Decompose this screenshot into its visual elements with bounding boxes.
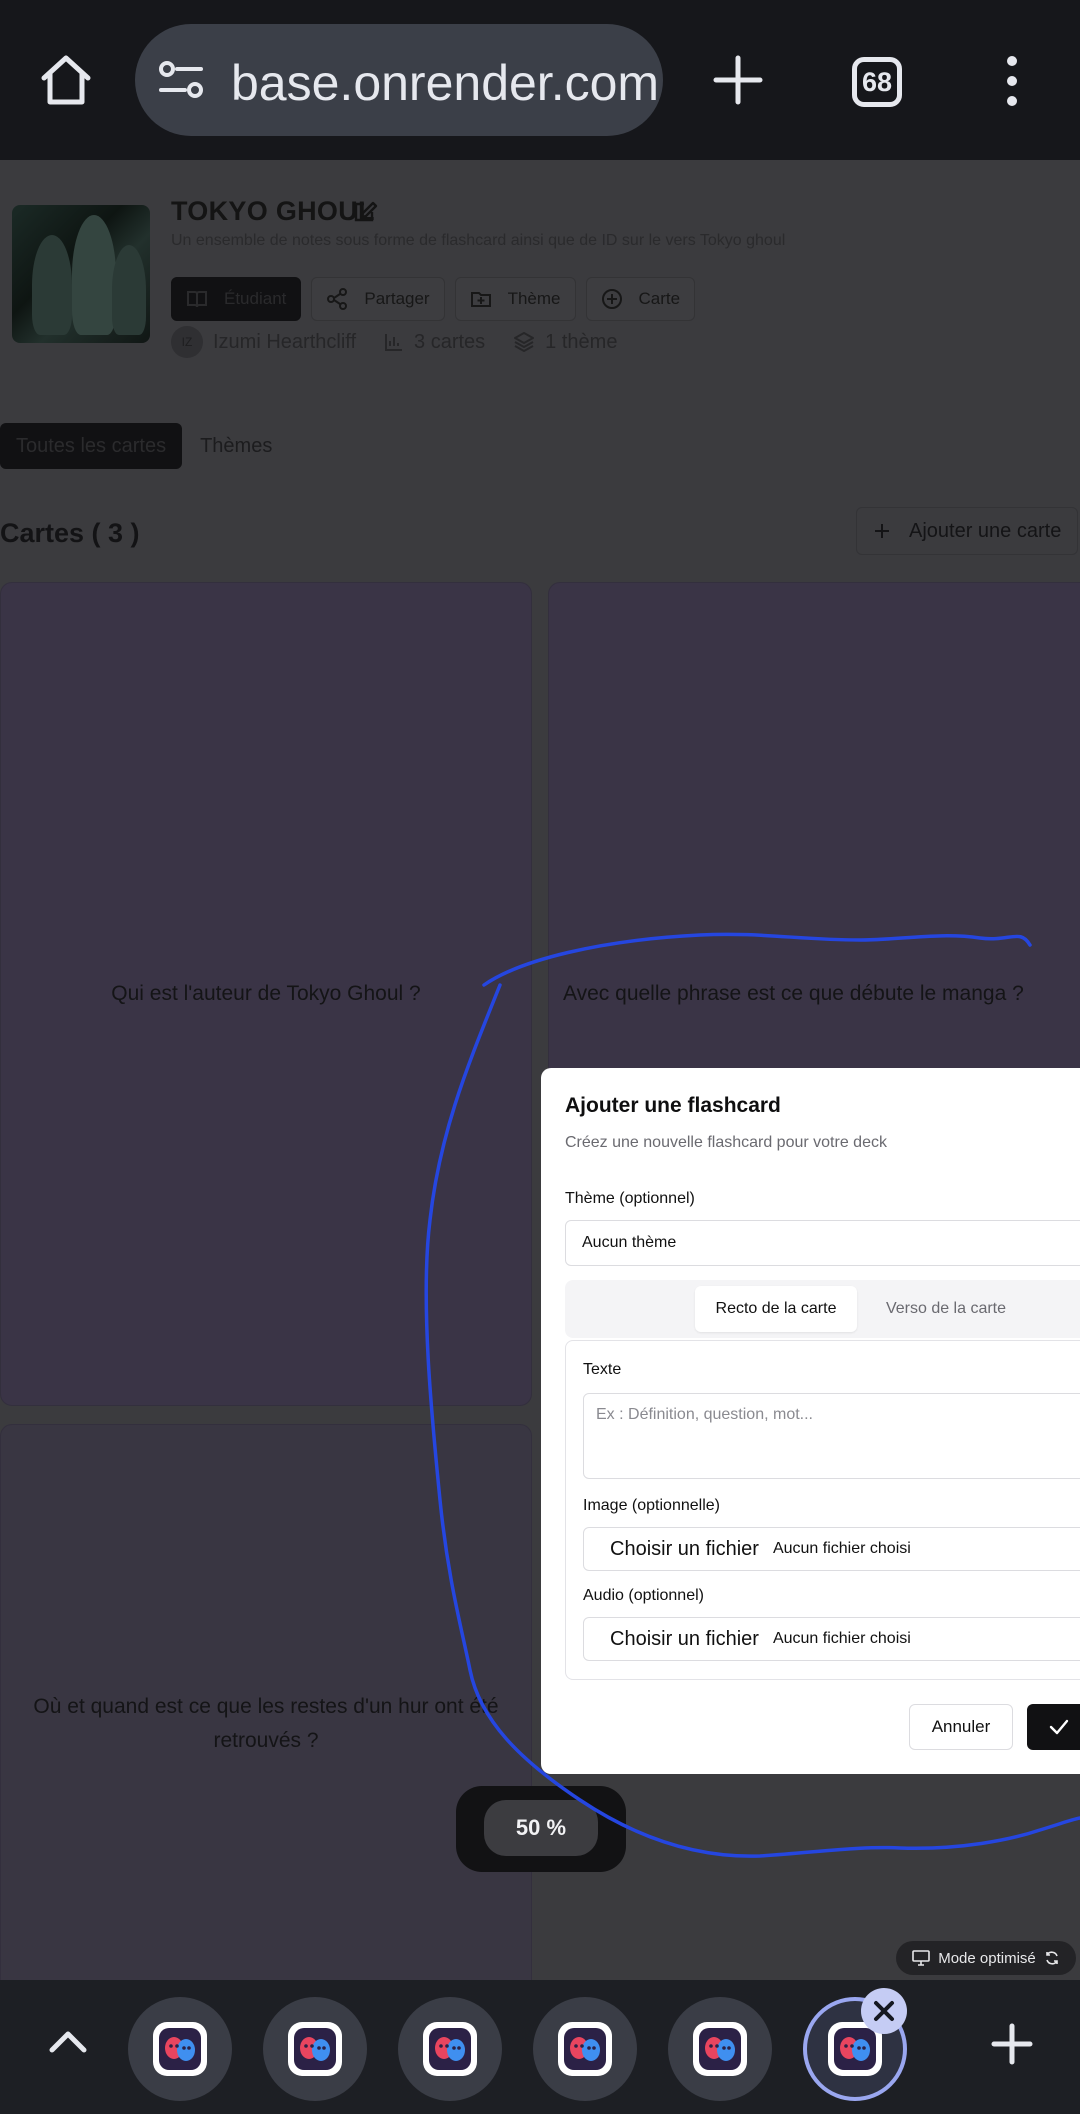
url-text[interactable]: base.onrender.com [231, 54, 659, 112]
student-mode-label: Étudiant [224, 289, 287, 308]
optimized-mode-label: Mode optimisé [938, 1949, 1036, 1967]
theater-masks-icon [840, 2037, 870, 2061]
theme-count: 1 thème [513, 331, 617, 354]
avatar: IZ [171, 326, 203, 358]
circle-plus-icon [601, 289, 622, 309]
add-card-button[interactable]: Ajouter une carte [856, 507, 1079, 555]
chevron-up-icon[interactable] [48, 2022, 88, 2062]
deck-action-row: Étudiant Partager Thème Carte [171, 277, 696, 321]
tab-switcher-button[interactable]: 68 [852, 57, 902, 107]
zoom-indicator: 50 % [484, 1800, 598, 1856]
add-card-label: Ajouter une carte [909, 519, 1062, 542]
card-count-text: 3 cartes [414, 330, 486, 353]
share-button[interactable]: Partager [311, 277, 445, 321]
optimized-mode-chip[interactable]: Mode optimisé [896, 1941, 1076, 1975]
tab-strip [0, 1980, 1080, 2114]
monitor-icon [912, 1950, 931, 1966]
deck-cover-image [12, 205, 150, 343]
flashcard-text: Où et quand est ce que les restes d'un h… [33, 1695, 499, 1752]
flashcard[interactable]: Qui est l'auteur de Tokyo Ghoul ? [0, 582, 532, 1406]
author-name: Izumi Hearthcliff [213, 330, 357, 353]
tab-thumbnail[interactable] [398, 1997, 502, 2101]
student-mode-button[interactable]: Étudiant [171, 277, 302, 321]
tab-back[interactable]: Verso de la carte [865, 1286, 1027, 1332]
add-card-pill-label: Carte [638, 289, 681, 308]
new-tab-icon[interactable] [710, 52, 766, 108]
add-theme-label: Thème [507, 289, 561, 308]
text-field-placeholder: Ex : Définition, question, mot... [596, 1406, 813, 1423]
audio-label: Audio (optionnel) [583, 1587, 704, 1604]
choose-audio-button[interactable]: Choisir un fichier [610, 1628, 759, 1651]
add-tab-icon[interactable] [990, 2022, 1034, 2066]
text-field[interactable]: Ex : Définition, question, mot... [583, 1393, 1080, 1479]
theme-label: Thème (optionnel) [565, 1190, 695, 1207]
add-card-pill-button[interactable]: Carte [585, 277, 696, 321]
author-info: IZ Izumi Hearthcliff [171, 326, 356, 358]
home-icon[interactable] [36, 50, 96, 110]
image-file-input[interactable]: Choisir un fichier Aucun fichier choisi [583, 1527, 1080, 1571]
add-theme-button[interactable]: Thème [454, 277, 576, 321]
app-icon [153, 2022, 207, 2076]
edit-icon[interactable] [352, 198, 378, 224]
check-icon [1049, 1719, 1069, 1735]
tab-thumbnail[interactable] [668, 1997, 772, 2101]
cancel-button[interactable]: Annuler [909, 1704, 1013, 1750]
tab-thumbnail[interactable] [128, 1997, 232, 2101]
app-icon [423, 2022, 477, 2076]
address-bar[interactable]: base.onrender.com [135, 24, 663, 136]
card-count: 3 cartes [384, 331, 485, 354]
dialog-subtitle: Créez une nouvelle flashcard pour votre … [565, 1134, 887, 1151]
audio-file-input[interactable]: Choisir un fichier Aucun fichier choisi [583, 1617, 1080, 1661]
choose-image-button[interactable]: Choisir un fichier [610, 1538, 759, 1561]
share-label: Partager [364, 289, 430, 308]
tab-themes[interactable]: Thèmes [182, 435, 290, 458]
site-settings-icon[interactable] [157, 60, 205, 100]
deck-meta: IZ Izumi Hearthcliff 3 cartes 1 thème [171, 326, 617, 358]
audio-file-status: Aucun fichier choisi [772, 1630, 911, 1647]
flashcard-text: Qui est l'auteur de Tokyo Ghoul ? [111, 982, 421, 1006]
book-icon [187, 291, 207, 308]
more-menu-icon[interactable] [1000, 54, 1024, 108]
dialog-title: Ajouter une flashcard [565, 1094, 781, 1117]
close-tab-button[interactable] [861, 1988, 907, 2034]
app-icon [288, 2022, 342, 2076]
folder-plus-icon [470, 292, 491, 307]
share-icon [327, 288, 348, 310]
tab-thumbnail[interactable] [533, 1997, 637, 2101]
close-icon [874, 2001, 894, 2021]
theater-masks-icon [165, 2037, 195, 2061]
plus-icon [875, 524, 889, 538]
theater-masks-icon [570, 2037, 600, 2061]
confirm-button[interactable] [1027, 1704, 1080, 1750]
layers-icon [514, 332, 535, 352]
refresh-icon [1045, 1951, 1058, 1965]
browser-toolbar: base.onrender.com 68 [0, 0, 1080, 160]
theme-count-text: 1 thème [545, 330, 618, 353]
add-flashcard-dialog: Ajouter une flashcard Créez une nouvelle… [541, 1068, 1080, 1774]
app-icon [558, 2022, 612, 2076]
theater-masks-icon [705, 2037, 735, 2061]
app-icon [693, 2022, 747, 2076]
cards-section-title: Cartes ( 3 ) [0, 518, 140, 548]
tab-all-cards[interactable]: Toutes les cartes [0, 423, 183, 469]
theater-masks-icon [435, 2037, 465, 2061]
image-label: Image (optionnelle) [583, 1497, 720, 1514]
flashcard[interactable]: Où et quand est ce que les restes d'un h… [0, 1424, 532, 1980]
theme-select-value: Aucun thème [582, 1234, 677, 1251]
theme-select[interactable]: Aucun thème [565, 1220, 1080, 1266]
view-tabs: Toutes les cartes Thèmes [0, 423, 290, 469]
card-side-form: Texte Ex : Définition, question, mot... … [565, 1340, 1080, 1680]
theater-masks-icon [300, 2037, 330, 2061]
bar-chart-icon [385, 334, 403, 351]
image-file-status: Aucun fichier choisi [772, 1540, 911, 1557]
tab-thumbnail[interactable] [263, 1997, 367, 2101]
deck-description: Un ensemble de notes sous forme de flash… [171, 232, 786, 249]
text-label: Texte [583, 1361, 622, 1378]
card-side-tabs: Recto de la carte Verso de la carte [565, 1280, 1080, 1338]
flashcard-text: Avec quelle phrase est ce que débute le … [563, 982, 1024, 1006]
deck-title: TOKYO GHOUL [171, 196, 375, 226]
tab-front[interactable]: Recto de la carte [695, 1286, 857, 1332]
